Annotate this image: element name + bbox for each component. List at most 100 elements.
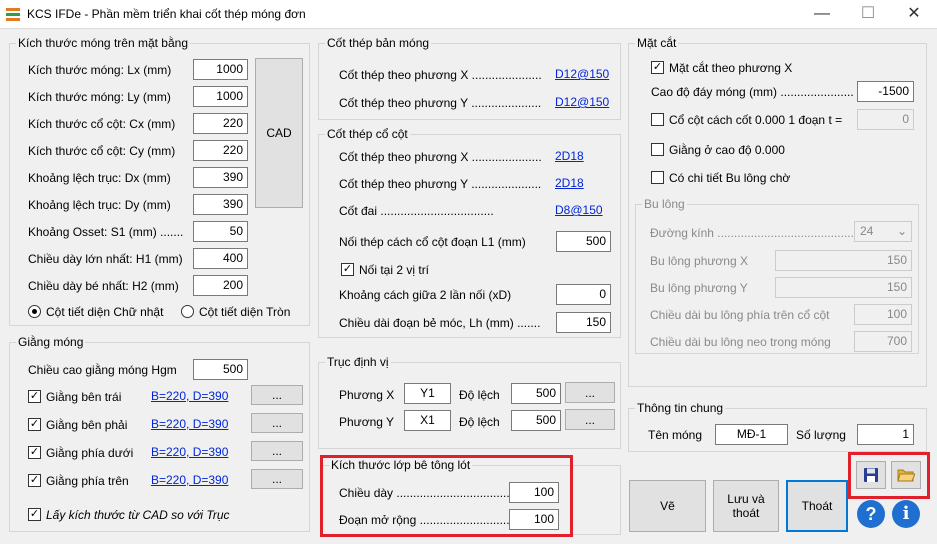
footing-group-title: Kích thước móng trên mặt bằng (16, 36, 190, 50)
axis-y-button[interactable]: ... (565, 409, 615, 430)
l1-input[interactable]: 500 (556, 231, 611, 252)
slab-x-link[interactable]: D12@150 (555, 67, 609, 81)
bolt-y-input[interactable]: 150 (775, 277, 912, 298)
slab-rebar-title: Cốt thép bản móng (325, 36, 432, 50)
beam-right-checkbox[interactable]: ✓ (28, 418, 41, 431)
axis-x-button[interactable]: ... (565, 382, 615, 403)
general-info-title: Thông tin chung (635, 401, 726, 415)
beam-left-link[interactable]: B=220, D=390 (151, 389, 228, 403)
section-group: Mặt cắt ✓ Mặt cắt theo phương X Cao độ đ… (628, 36, 927, 387)
slab-rebar-group: Cốt thép bản móng Cốt thép theo phương X… (318, 36, 621, 120)
app-logo-icon (6, 8, 20, 21)
footing-name-input[interactable]: MĐ-1 (715, 424, 788, 445)
col-x-link[interactable]: 2D18 (555, 149, 584, 163)
col-y-link[interactable]: 2D18 (555, 176, 584, 190)
bolt-x-input[interactable]: 150 (775, 250, 912, 271)
cx-input[interactable]: 220 (193, 113, 248, 134)
dx-input[interactable]: 390 (193, 167, 248, 188)
section-group-title: Mặt cắt (635, 36, 679, 50)
xd-label: Khoảng cách giữa 2 lần nối (xD) (339, 288, 512, 302)
axis-y-input[interactable]: X1 (404, 410, 451, 431)
beam-left-checkbox[interactable]: ✓ (28, 390, 41, 403)
info-icon[interactable]: i (892, 500, 920, 528)
axis-x-input[interactable]: Y1 (404, 383, 451, 404)
maximize-button[interactable]: ☐ (845, 0, 891, 29)
bolt-group-title: Bu lông (642, 197, 687, 211)
beam-top-button[interactable]: ... (251, 469, 303, 489)
lean-highlight-box (320, 455, 573, 537)
bolt-top-input[interactable]: 100 (854, 304, 912, 325)
beam-bottom-checkbox[interactable]: ✓ (28, 446, 41, 459)
footing-group: Kích thước móng trên mặt bằng Kích thước… (9, 36, 310, 326)
two-splice-label: Nối tại 2 vị trí (359, 263, 430, 277)
cad-button[interactable]: CAD (255, 58, 303, 208)
help-icon[interactable]: ? (857, 500, 885, 528)
quantity-label: Số lượng (796, 428, 846, 442)
beam-group-title: Giằng móng (16, 335, 86, 349)
general-info-group: Thông tin chung Tên móng MĐ-1 Số lượng 1 (628, 401, 927, 452)
h1-input[interactable]: 400 (193, 248, 248, 269)
cy-input[interactable]: 220 (193, 140, 248, 161)
section-x-checkbox[interactable]: ✓ (651, 61, 664, 74)
cad-axis-checkbox[interactable]: ✓ (28, 508, 41, 521)
bolt-group: Bu lông Đường kính .....................… (635, 197, 919, 354)
section-x-label: Mặt cắt theo phương X (669, 61, 793, 75)
h2-input[interactable]: 200 (193, 275, 248, 296)
radio-round-label: Cột tiết diện Tròn (199, 305, 291, 319)
column-offset-input[interactable]: 0 (857, 109, 914, 130)
column-offset-label: Cổ cột cách cốt 0.000 1 đoạn t = (669, 113, 843, 127)
beam-right-button[interactable]: ... (251, 413, 303, 433)
radio-rect-label: Cột tiết diện Chữ nhật (46, 305, 164, 319)
two-splice-checkbox[interactable]: ✓ (341, 263, 354, 276)
chevron-down-icon: ⌄ (896, 224, 907, 238)
axis-y-offset-input[interactable]: 500 (511, 410, 561, 431)
dy-input[interactable]: 390 (193, 194, 248, 215)
bolt-diameter-select[interactable]: 24 ⌄ (854, 221, 912, 242)
axis-x-offset-label: Độ lệch (459, 388, 500, 402)
bolt-diameter-value: 24 (860, 224, 874, 238)
s1-input[interactable]: 50 (193, 221, 248, 242)
draw-button[interactable]: Vẽ (629, 480, 706, 532)
lh-input[interactable]: 150 (556, 312, 611, 333)
axis-group-title: Trục định vị (325, 355, 391, 369)
column-rebar-title: Cốt thép cổ cột (325, 127, 410, 141)
minimize-button[interactable]: — (799, 0, 845, 29)
lx-input[interactable]: 1000 (193, 59, 248, 80)
bolt-anchor-input[interactable]: 700 (854, 331, 912, 352)
col-x-label: Cốt thép theo phương X .................… (339, 150, 542, 164)
slab-y-link[interactable]: D12@150 (555, 95, 609, 109)
h1-label: Chiều dày lớn nhất: H1 (mm) (28, 252, 183, 266)
axis-group: Trục định vị Phương X Y1 Độ lệch 500 ...… (318, 355, 621, 449)
beam-level-checkbox[interactable] (651, 143, 664, 156)
save-exit-button[interactable]: Lưu và thoát (713, 480, 779, 532)
dx-label: Khoảng lệch trục: Dx (mm) (28, 171, 171, 185)
beam-top-checkbox[interactable]: ✓ (28, 474, 41, 487)
stirrup-link[interactable]: D8@150 (555, 203, 603, 217)
exit-button[interactable]: Thoát (786, 480, 848, 532)
radio-round-column[interactable] (181, 305, 194, 318)
xd-input[interactable]: 0 (556, 284, 611, 305)
bolt-top-label: Chiều dài bu lông phía trên cổ cột (650, 308, 830, 322)
axis-y-offset-label: Độ lệch (459, 415, 500, 429)
beam-bottom-link[interactable]: B=220, D=390 (151, 445, 228, 459)
column-offset-checkbox[interactable] (651, 113, 664, 126)
beam-left-button[interactable]: ... (251, 385, 303, 405)
beam-height-input[interactable]: 500 (193, 359, 248, 380)
close-button[interactable]: ✕ (891, 0, 937, 29)
bolt-y-label: Bu lông phương Y (650, 281, 748, 295)
bottom-level-input[interactable]: -1500 (857, 81, 914, 102)
beam-bottom-button[interactable]: ... (251, 441, 303, 461)
beam-right-link[interactable]: B=220, D=390 (151, 417, 228, 431)
anchor-bolt-checkbox[interactable] (651, 171, 664, 184)
quantity-input[interactable]: 1 (857, 424, 914, 445)
radio-rect-column[interactable] (28, 305, 41, 318)
window-title: KCS IFDe - Phần mềm triển khai cốt thép … (27, 7, 306, 21)
beam-top-link[interactable]: B=220, D=390 (151, 473, 228, 487)
slab-x-label: Cốt thép theo phương X .................… (339, 68, 542, 82)
axis-x-offset-input[interactable]: 500 (511, 383, 561, 404)
lx-label: Kích thước móng: Lx (mm) (28, 63, 172, 77)
axis-x-label: Phương X (339, 388, 395, 402)
beam-left-label: Giằng bên trái (46, 390, 122, 404)
bolt-x-label: Bu lông phương X (650, 254, 748, 268)
ly-input[interactable]: 1000 (193, 86, 248, 107)
